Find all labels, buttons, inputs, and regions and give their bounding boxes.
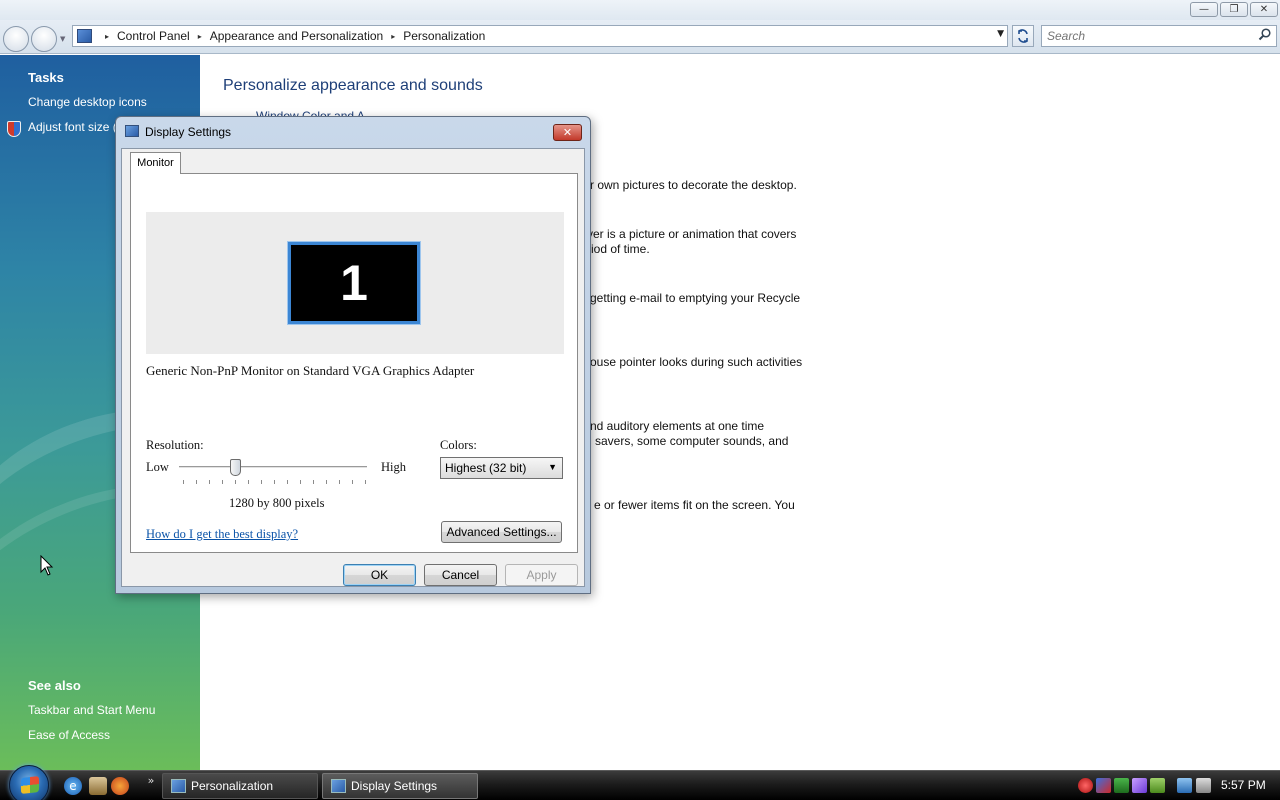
colors-select-value: Highest (32 bit) [445,461,527,475]
mouse-cursor-icon [40,555,54,576]
chevron-down-icon: ▼ [548,462,557,472]
taskbar-button-display-settings[interactable]: Display Settings [322,773,478,799]
dialog-close-button[interactable]: ✕ [553,124,582,141]
search-input[interactable] [1042,26,1242,46]
apply-button[interactable]: Apply [505,564,578,586]
display-settings-icon [125,125,139,137]
breadcrumb-control-panel[interactable]: Control Panel [117,29,190,43]
network-activity-icon[interactable] [1096,778,1111,793]
windows-defender-icon[interactable] [1150,778,1165,793]
ok-button[interactable]: OK [343,564,416,586]
back-button[interactable] [3,26,29,52]
advanced-settings-button[interactable]: Advanced Settings... [441,521,562,543]
monitor-arrangement-preview: 1 [146,212,564,354]
monitor-tab-panel: 1 Generic Non-PnP Monitor on Standard VG… [130,173,578,553]
control-panel-icon [171,779,186,793]
breadcrumb-separator[interactable]: ▸ [391,32,395,41]
cancel-button[interactable]: Cancel [424,564,497,586]
refresh-icon [1018,29,1028,43]
theme-description: nd auditory elements at one time [590,419,765,433]
forward-button[interactable] [31,26,57,52]
history-dropdown-icon[interactable]: ▼ [60,35,68,43]
volume-muted-icon[interactable] [1196,778,1211,793]
slider-high-label: High [381,460,406,474]
minimize-button[interactable]: — [1190,2,1218,17]
windows-logo-icon [21,776,39,794]
screen-saver-description: riod of time. [587,242,650,256]
breadcrumb-separator[interactable]: ▸ [198,32,202,41]
resolution-slider[interactable] [179,466,367,469]
task-change-desktop-icons[interactable]: Change desktop icons [28,95,147,109]
best-display-help-link[interactable]: How do I get the best display? [146,527,298,542]
see-also-ease-of-access[interactable]: Ease of Access [28,728,110,742]
breadcrumb: ▸ Control Panel ▸ Appearance and Personaliz… [97,29,485,43]
breadcrumb-appearance[interactable]: Appearance and Personalization [210,29,383,43]
see-also-heading: See also [28,678,81,693]
breadcrumb-personalization[interactable]: Personalization [403,29,485,43]
slider-low-label: Low [146,460,169,474]
theme-description: savers, some computer sounds, and [595,434,789,448]
refresh-button[interactable] [1012,25,1034,47]
uac-shield-icon [7,121,21,137]
start-button[interactable] [9,765,49,800]
slider-ticks [183,480,367,484]
resolution-value: 1280 by 800 pixels [229,496,325,510]
colors-label: Colors: [440,438,477,452]
close-button[interactable]: ✕ [1250,2,1278,17]
address-dropdown-icon[interactable]: ▼ [997,29,1004,39]
screen-saver-description: ver is a picture or animation that cover… [587,227,797,241]
taskbar-button-personalization[interactable]: Personalization [162,773,318,799]
taskbar: e » Personalization Display Settings 5:5… [0,765,1280,800]
taskbar-button-label: Display Settings [351,779,438,793]
dialog-body: Monitor 1 Generic Non-PnP Monitor on Sta… [121,148,585,587]
security-alert-icon[interactable] [1078,778,1093,793]
network-icon[interactable] [1177,778,1192,793]
monitor-number: 1 [340,255,368,311]
display-settings-dialog: Display Settings ✕ Monitor 1 Generic Non… [115,116,591,594]
search-icon[interactable] [1258,28,1271,41]
page-title: Personalize appearance and sounds [223,77,483,94]
mouse-pointers-description: ouse pointer looks during such activitie… [590,355,803,369]
display-settings-description: e or fewer items fit on the screen. You [594,498,795,512]
pen-icon[interactable] [1132,778,1147,793]
tasks-heading: Tasks [28,70,64,85]
monitor-1-thumbnail[interactable]: 1 [288,242,420,324]
window-titlebar: — ❐ ✕ [0,0,1280,20]
monitor-name: Generic Non-PnP Monitor on Standard VGA … [146,363,475,378]
taskbar-button-label: Personalization [191,779,274,793]
search-box [1041,25,1277,47]
sounds-description: getting e-mail to emptying your Recycle [590,291,801,305]
internet-explorer-icon[interactable]: e [64,777,82,795]
resolution-slider-thumb[interactable] [230,459,242,476]
colors-select[interactable]: Highest (32 bit) ▼ [440,457,563,479]
show-desktop-icon[interactable] [89,777,107,795]
desktop-background-description: r own pictures to decorate the desktop. [590,178,797,192]
resolution-label: Resolution: [146,438,204,452]
dialog-title: Display Settings [145,125,232,139]
tray-app-icon[interactable] [1114,778,1129,793]
display-settings-icon [331,779,346,793]
firefox-icon[interactable] [111,777,129,795]
quick-launch-overflow-icon[interactable]: » [142,772,160,790]
system-clock[interactable]: 5:57 PM [1221,778,1266,792]
breadcrumb-separator[interactable]: ▸ [105,32,109,41]
see-also-taskbar-start-menu[interactable]: Taskbar and Start Menu [28,703,155,717]
control-panel-icon [77,29,92,43]
tab-monitor[interactable]: Monitor [130,152,181,174]
maximize-button[interactable]: ❐ [1220,2,1248,17]
address-toolbar: ▼ ▸ Control Panel ▸ Appearance and Personal… [0,20,1280,54]
task-adjust-font-size[interactable]: Adjust font size ( [28,120,117,134]
address-bar[interactable]: ▸ Control Panel ▸ Appearance and Personaliz… [72,25,1008,47]
